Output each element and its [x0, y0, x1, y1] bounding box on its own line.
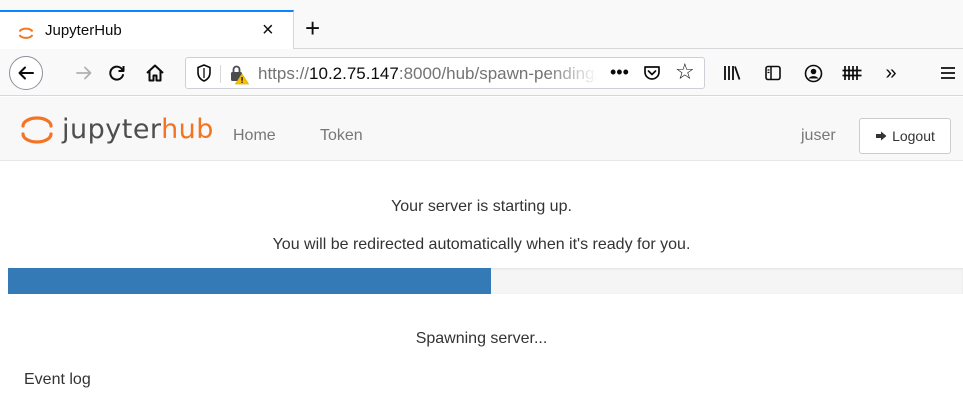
logout-label: Logout	[892, 128, 935, 144]
tab-title: JupyterHub	[45, 22, 122, 39]
library-icon[interactable]	[720, 62, 744, 84]
url-protocol: https://	[258, 64, 310, 83]
back-button[interactable]	[8, 49, 43, 96]
username-label: juser	[801, 127, 836, 144]
jupyterhub-navbar: jupyterhub Home Token juser Logout	[0, 97, 963, 161]
event-log-toggle[interactable]: Event log	[24, 371, 91, 389]
new-tab-button[interactable]: +	[305, 15, 320, 41]
back-icon	[8, 55, 43, 90]
progress-message: Spawning server...	[415, 330, 548, 347]
bookmark-star-icon[interactable]: ☆	[675, 61, 695, 83]
overflow-icon[interactable]: »	[880, 62, 902, 84]
jupyter-logo-icon	[21, 116, 53, 144]
logo-wordmark: jupyterhub	[62, 115, 214, 145]
extension-icon[interactable]	[840, 62, 864, 84]
hamburger-menu-icon[interactable]	[938, 62, 958, 84]
home-button[interactable]	[142, 49, 168, 96]
jupyter-favicon-icon	[18, 27, 34, 39]
progress-bar-fill	[8, 268, 492, 294]
tracking-shield-icon[interactable]	[194, 63, 214, 83]
url-host: 10.2.75.147	[309, 64, 399, 83]
reload-icon	[109, 65, 125, 81]
forward-button[interactable]	[72, 49, 96, 96]
url-bar[interactable]: https://10.2.75.147:8000/hub/spawn-pendi…	[185, 57, 705, 89]
home-icon	[146, 64, 164, 81]
account-icon[interactable]	[802, 62, 824, 84]
url-divider	[220, 65, 221, 83]
insecure-lock-icon[interactable]	[228, 63, 250, 85]
forward-icon	[76, 66, 92, 79]
nav-home-link[interactable]: Home	[233, 127, 276, 145]
sidebar-icon[interactable]	[762, 62, 784, 84]
tab-close-icon[interactable]: ×	[262, 20, 274, 40]
sign-out-icon	[876, 131, 887, 141]
navigation-toolbar: https://10.2.75.147:8000/hub/spawn-pendi…	[0, 49, 963, 96]
pocket-icon[interactable]	[642, 63, 662, 83]
logo-hub: hub	[161, 114, 214, 145]
jupyterhub-logo[interactable]: jupyterhub	[20, 113, 214, 147]
reload-button[interactable]	[104, 49, 130, 96]
page-actions-icon[interactable]: •••	[610, 62, 629, 83]
redirect-message: You will be redirected automatically whe…	[272, 236, 691, 253]
logout-button[interactable]: Logout	[859, 118, 951, 154]
url-fade	[546, 60, 598, 86]
browser-tab[interactable]: JupyterHub ×	[0, 10, 294, 49]
nav-token-link[interactable]: Token	[320, 127, 363, 145]
starting-message: Your server is starting up.	[391, 198, 572, 215]
logo-jupyter: jupyter	[62, 114, 162, 145]
tab-strip: JupyterHub × +	[0, 0, 963, 49]
progress-bar	[8, 268, 963, 294]
